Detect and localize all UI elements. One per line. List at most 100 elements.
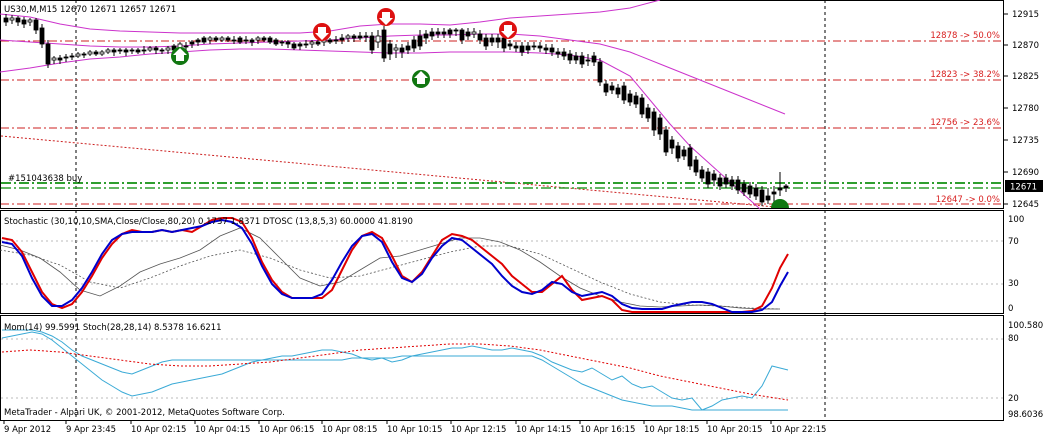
time-tick-label: 10 Apr 22:15 bbox=[771, 425, 826, 435]
candle-body bbox=[621, 85, 627, 101]
candle-body bbox=[225, 37, 231, 41]
candle-body bbox=[465, 31, 471, 37]
mom-tick: 80 bbox=[1008, 334, 1019, 344]
price-tick: 12645 bbox=[1012, 200, 1039, 210]
fib-label-38: 12823 -> 38.2% bbox=[930, 70, 1000, 80]
time-tick-label: 9 Apr 23:45 bbox=[66, 425, 116, 435]
candle-body bbox=[759, 189, 765, 203]
candle-body bbox=[357, 35, 363, 39]
momentum-header: Mom(14) 99.5991 Stoch(28,28,14) 8.5378 1… bbox=[4, 323, 222, 333]
mom-tick: 98.6036 bbox=[1008, 410, 1043, 420]
candle-body bbox=[183, 45, 189, 48]
candle-body bbox=[501, 37, 507, 49]
candle-body bbox=[369, 35, 375, 51]
candle-body bbox=[267, 37, 273, 43]
candle-body bbox=[375, 35, 381, 43]
candle-body bbox=[765, 195, 771, 201]
candle-body bbox=[45, 43, 51, 65]
price-tick: 12825 bbox=[1012, 72, 1039, 82]
sell-signal-icon[interactable] bbox=[499, 21, 517, 39]
candle-body bbox=[573, 55, 579, 61]
time-tick-label: 10 Apr 12:15 bbox=[451, 425, 506, 435]
fib-label-23: 12756 -> 23.6% bbox=[930, 118, 1000, 128]
time-tick-label: 10 Apr 04:15 bbox=[195, 425, 250, 435]
price-tick: 12735 bbox=[1012, 136, 1039, 146]
candle-body bbox=[705, 171, 711, 185]
candle-body bbox=[39, 27, 45, 45]
fib-label-50: 12878 -> 50.0% bbox=[930, 31, 1000, 41]
time-tick-label: 10 Apr 20:15 bbox=[707, 425, 762, 435]
candle-body bbox=[117, 49, 123, 52]
time-tick-label: 10 Apr 02:15 bbox=[131, 425, 186, 435]
candle-body bbox=[417, 35, 423, 47]
candle-body bbox=[57, 57, 63, 61]
time-tick-label: 10 Apr 16:15 bbox=[580, 425, 635, 435]
candle-body bbox=[315, 41, 321, 45]
copyright-text: MetaTrader - Alpari UK, © 2001-2012, Met… bbox=[4, 408, 285, 418]
chart-header: US30,M,M15 12670 12671 12657 12671 bbox=[4, 5, 176, 15]
candle-body bbox=[351, 35, 357, 39]
candle-body bbox=[27, 19, 33, 23]
candle-body bbox=[747, 185, 753, 195]
sell-signal-icon[interactable] bbox=[313, 23, 331, 41]
time-tick-label: 10 Apr 10:15 bbox=[387, 425, 442, 435]
time-axis: 9 Apr 2012 9 Apr 23:45 10 Apr 02:15 10 Apr … bbox=[3, 421, 826, 435]
price-tick: 12915 bbox=[1012, 10, 1039, 20]
candle-body bbox=[219, 37, 225, 41]
candle-body bbox=[711, 173, 717, 181]
candle-body bbox=[639, 97, 645, 115]
stoch-tick: 70 bbox=[1008, 237, 1019, 247]
candle-body bbox=[471, 31, 477, 35]
candle-body bbox=[519, 45, 525, 53]
candle-body bbox=[99, 51, 105, 55]
candle-body bbox=[285, 41, 291, 45]
price-tick: 12690 bbox=[1012, 168, 1039, 178]
stochastic-header: Stochastic (30,10,10,SMA,Close/Close,80,… bbox=[4, 217, 413, 227]
candle-body bbox=[435, 31, 441, 35]
candle-body bbox=[213, 37, 219, 41]
candle-body bbox=[381, 29, 387, 59]
candle-body bbox=[51, 57, 57, 61]
candle-body bbox=[87, 51, 93, 55]
candle-body bbox=[243, 39, 249, 42]
candle-body bbox=[549, 47, 555, 53]
candle-body bbox=[345, 35, 351, 39]
price-tick: 12870 bbox=[1012, 41, 1039, 51]
time-tick-label: 10 Apr 08:15 bbox=[322, 425, 377, 435]
candle-body bbox=[777, 187, 783, 191]
candle-body bbox=[189, 41, 195, 45]
candle-body bbox=[693, 159, 699, 173]
mom-tick: 20 bbox=[1008, 394, 1019, 404]
candle-body bbox=[21, 19, 27, 25]
buy-signal-icon[interactable] bbox=[412, 70, 430, 88]
candle-body bbox=[657, 117, 663, 135]
candle-body bbox=[771, 191, 777, 195]
candle-body bbox=[783, 185, 789, 189]
candle-body bbox=[477, 33, 483, 41]
sell-signal-icon[interactable] bbox=[377, 8, 395, 26]
metatrader-chart[interactable]: 12878 -> 50.0% 12823 -> 38.2% 12756 -> 2… bbox=[0, 0, 1043, 436]
stochastic-scale: 100 70 30 0 bbox=[1008, 215, 1024, 314]
candle-body bbox=[333, 39, 339, 42]
candle-body bbox=[309, 41, 315, 45]
candle-body bbox=[447, 29, 453, 35]
candle-body bbox=[633, 95, 639, 105]
candle-body bbox=[129, 49, 135, 52]
buy-signal-icon[interactable] bbox=[171, 47, 189, 65]
candle-body bbox=[735, 179, 741, 191]
order-label: #151043638 buy bbox=[8, 174, 82, 184]
candle-body bbox=[105, 49, 111, 53]
candle-body bbox=[33, 19, 39, 31]
candle-body bbox=[75, 53, 81, 57]
candle-body bbox=[159, 49, 165, 52]
candle-body bbox=[303, 43, 309, 46]
candle-body bbox=[207, 37, 213, 41]
candle-body bbox=[123, 49, 129, 53]
candle-body bbox=[699, 169, 705, 179]
candle-body bbox=[69, 55, 75, 58]
fib-label-0: 12647 -> 0.0% bbox=[936, 195, 1000, 205]
candle-body bbox=[723, 177, 729, 185]
candle-body bbox=[585, 59, 591, 62]
candle-body bbox=[273, 39, 279, 45]
candle-body bbox=[717, 177, 723, 187]
